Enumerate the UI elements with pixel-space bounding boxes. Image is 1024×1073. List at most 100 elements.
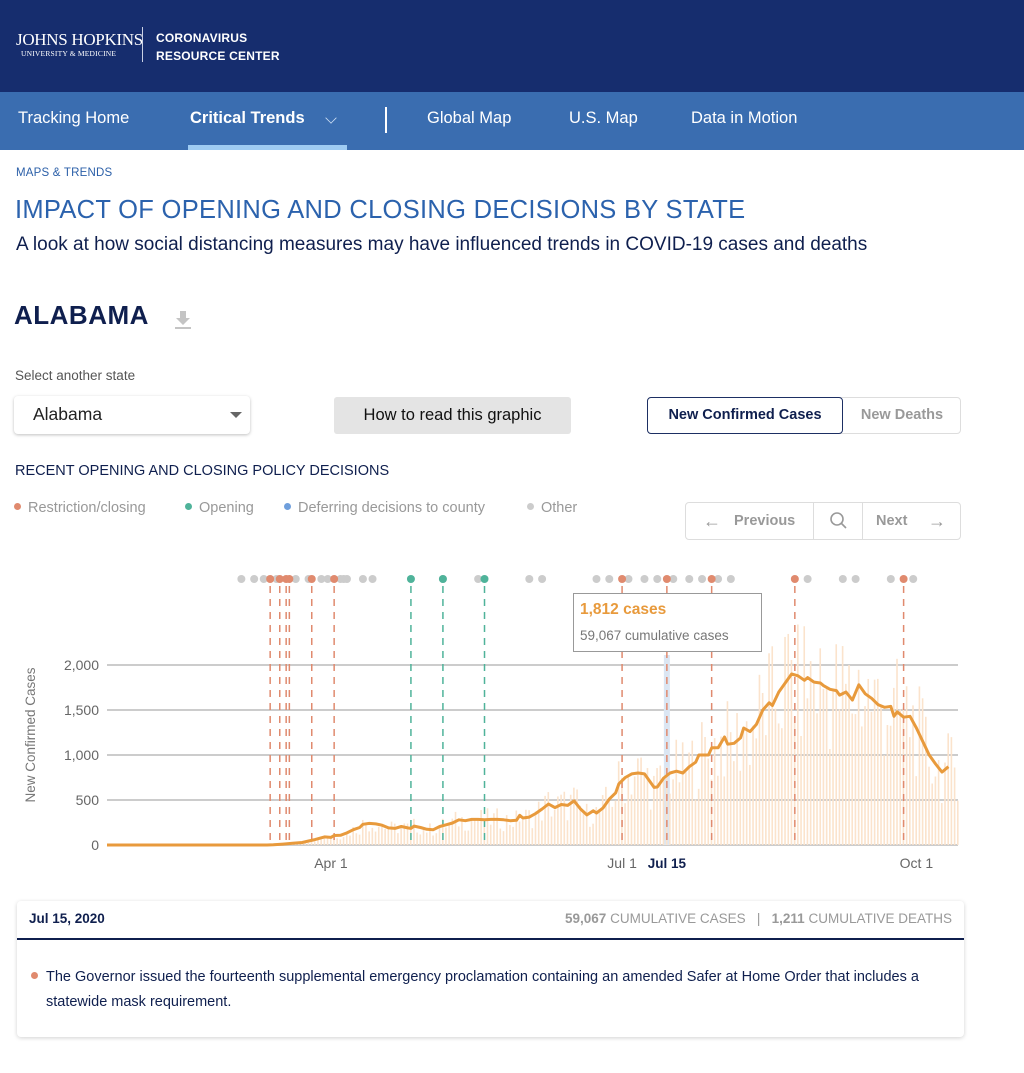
daily-bar	[486, 808, 489, 845]
daily-bar	[912, 705, 914, 845]
toggle-new-confirmed-cases[interactable]: New Confirmed Cases	[647, 397, 843, 434]
cases-chart[interactable]: 0 500 1,000 1,500 2,000 Apr 1 Jul 1 Jul 15 Oct …	[0, 560, 1024, 890]
daily-bar	[672, 779, 674, 845]
daily-bar	[470, 819, 473, 845]
detail-stats: 59,067 CUMULATIVE CASES | 1,211 CUMULATI…	[565, 911, 952, 926]
nav-data-in-motion[interactable]: Data in Motion	[691, 109, 797, 128]
site-name[interactable]: CORONAVIRUS RESOURCE CENTER	[156, 29, 280, 65]
daily-bar	[329, 838, 332, 845]
policy-dots	[237, 575, 918, 583]
daily-bar	[918, 686, 921, 845]
restriction-dot-icon	[31, 972, 38, 979]
next-button[interactable]: Next →	[863, 503, 961, 539]
daily-bar	[429, 823, 431, 845]
how-to-read-button[interactable]: How to read this graphic	[334, 397, 571, 434]
daily-bar	[736, 713, 738, 845]
daily-bar	[944, 762, 946, 845]
daily-bar	[697, 788, 700, 845]
other-dot-icon	[527, 503, 534, 510]
legend-deferring[interactable]: Deferring decisions to county	[284, 500, 485, 516]
daily-bar	[611, 806, 614, 845]
policy-dot-other	[605, 575, 614, 583]
daily-bar	[765, 735, 767, 845]
daily-bar	[624, 803, 626, 845]
breadcrumb[interactable]: MAPS & TRENDS	[16, 167, 112, 179]
daily-bar	[358, 834, 361, 845]
state-select[interactable]: Alabama	[14, 396, 250, 434]
previous-button[interactable]: ← Previous	[686, 503, 814, 539]
daily-bar	[384, 828, 386, 845]
daily-bar	[832, 690, 834, 845]
daily-bar	[838, 709, 841, 845]
policy-dot-opening	[480, 575, 489, 583]
daily-bar	[685, 772, 687, 845]
daily-bar	[931, 783, 934, 845]
daily-bar	[921, 698, 924, 845]
metric-toggle: New Confirmed Cases New Deaths	[647, 397, 961, 434]
daily-bar	[518, 821, 521, 845]
daily-bar	[669, 793, 671, 845]
daily-bar	[553, 809, 556, 845]
daily-bar	[857, 669, 860, 845]
daily-bar	[873, 679, 876, 845]
previous-label: Previous	[734, 513, 796, 529]
daily-bar	[336, 838, 338, 845]
daily-bar	[739, 770, 742, 845]
daily-bar	[656, 768, 658, 845]
daily-bar	[797, 624, 799, 845]
x-tick-label: Jul 1	[607, 855, 637, 871]
search-button[interactable]	[814, 503, 863, 539]
policy-dot-opening	[438, 575, 447, 583]
nav-global-map[interactable]: Global Map	[427, 109, 511, 128]
nav-critical-trends[interactable]: Critical Trends	[190, 109, 305, 128]
daily-bar	[957, 800, 959, 845]
jhu-logo-title[interactable]: JOHNS HOPKINS	[16, 30, 143, 50]
download-icon[interactable]	[173, 309, 193, 331]
daily-bar	[896, 658, 898, 845]
daily-bar	[368, 831, 370, 845]
legend-restriction-label: Restriction/closing	[28, 500, 146, 516]
daily-bar	[694, 799, 697, 845]
policy-dot-restriction	[662, 575, 671, 583]
daily-bar	[541, 820, 543, 845]
legend-other[interactable]: Other	[527, 500, 577, 516]
daily-bar	[886, 724, 889, 845]
daily-bar	[342, 837, 345, 845]
logo-divider	[142, 27, 143, 62]
nav-us-map[interactable]: U.S. Map	[569, 109, 638, 128]
daily-bar	[457, 826, 460, 845]
daily-bar	[781, 728, 783, 845]
daily-bar	[467, 830, 470, 845]
opening-dot-icon	[185, 503, 192, 510]
legend-opening[interactable]: Opening	[185, 500, 254, 516]
event-pager: ← Previous Next →	[685, 502, 961, 540]
policy-dot-other	[592, 575, 601, 583]
daily-bar	[445, 827, 447, 845]
daily-bar	[905, 686, 908, 845]
active-nav-indicator	[188, 145, 347, 150]
daily-bar	[307, 842, 310, 845]
daily-bar	[560, 794, 562, 845]
legend-other-label: Other	[541, 500, 578, 516]
policy-dot-restriction	[618, 575, 627, 583]
detail-date: Jul 15, 2020	[29, 911, 105, 926]
daily-bar	[582, 812, 585, 845]
daily-bar	[537, 801, 540, 845]
restriction-dot-icon	[14, 503, 21, 510]
daily-bar	[947, 733, 950, 845]
policy-dot-other	[851, 575, 860, 583]
toggle-new-deaths[interactable]: New Deaths	[843, 398, 961, 433]
legend-restriction[interactable]: Restriction/closing	[14, 500, 146, 516]
daily-bar	[515, 810, 518, 845]
daily-bar	[889, 725, 892, 845]
page-title: IMPACT OF OPENING AND CLOSING DECISIONS …	[15, 196, 746, 224]
daily-bar	[557, 796, 559, 845]
daily-bar	[547, 792, 550, 845]
nav-tracking-home[interactable]: Tracking Home	[18, 109, 129, 128]
daily-bar	[422, 828, 425, 845]
daily-bar	[544, 795, 546, 845]
daily-bar	[534, 811, 537, 845]
policy-dot-other	[525, 575, 534, 583]
policy-dot-other	[237, 575, 246, 583]
policy-dot-other	[698, 575, 707, 583]
